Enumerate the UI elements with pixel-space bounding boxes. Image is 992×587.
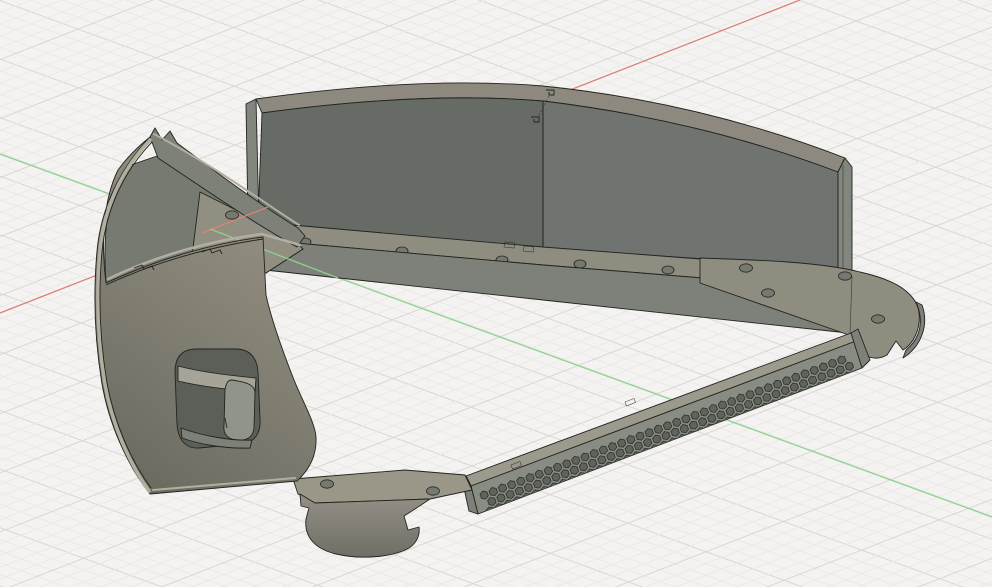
honeycomb-cell xyxy=(662,421,673,431)
honeycomb-cell xyxy=(587,458,598,468)
honeycomb-cell xyxy=(532,479,543,489)
honeycomb-cell xyxy=(497,483,508,493)
honeycomb-cell xyxy=(697,417,708,427)
left-plate-hole xyxy=(225,210,239,220)
honeycomb-cell xyxy=(516,476,526,486)
honeycomb-cell xyxy=(791,372,801,382)
window-through-hole xyxy=(223,379,256,441)
honeycomb-cell xyxy=(681,414,691,424)
honeycomb-cell xyxy=(633,441,644,451)
honeycomb-cell xyxy=(560,469,570,479)
honeycomb-cell xyxy=(487,496,497,506)
honeycomb-cell xyxy=(798,379,809,389)
honeycomb-cell xyxy=(569,465,580,475)
honeycomb-cell xyxy=(725,406,735,416)
honeycomb-cell xyxy=(615,448,625,458)
honeycomb-cell xyxy=(580,452,590,462)
honeycomb-cell xyxy=(771,389,781,399)
honeycomb-cell xyxy=(589,449,599,458)
honeycomb-cell xyxy=(679,424,690,434)
honeycomb-cell xyxy=(716,410,726,420)
honeycomb-cell xyxy=(542,476,552,486)
honeycomb-cell xyxy=(562,459,572,469)
honeycomb-cell xyxy=(763,383,774,393)
honeycomb-cell xyxy=(534,469,544,479)
honeycomb-cell xyxy=(827,358,838,368)
honeycomb-cell xyxy=(507,480,517,490)
honeycomb-cell xyxy=(624,444,635,454)
honeycomb-cell xyxy=(514,486,525,496)
honeycomb-cell xyxy=(727,397,737,407)
plate-hole xyxy=(838,271,852,281)
honeycomb-cell xyxy=(789,382,800,392)
honeycomb-cell xyxy=(818,362,829,372)
honeycomb-cell xyxy=(488,487,499,497)
honeycomb-cell xyxy=(754,386,764,396)
ledge-hole xyxy=(661,265,675,275)
honeycomb-cell xyxy=(543,466,554,476)
honeycomb-cell xyxy=(642,438,653,447)
honeycomb-cell xyxy=(800,369,810,379)
foot-hole xyxy=(320,479,334,489)
honeycomb-cell xyxy=(817,372,827,382)
honeycomb-cell xyxy=(844,361,855,371)
viewport-canvas[interactable] xyxy=(0,0,992,587)
ledge-hole xyxy=(573,259,587,269)
honeycomb-cell xyxy=(736,393,746,403)
plate-hole xyxy=(871,314,885,324)
honeycomb-cell xyxy=(745,390,755,400)
honeycomb-cell xyxy=(523,483,534,493)
honeycomb-cell xyxy=(525,473,535,483)
honeycomb-cell xyxy=(496,493,506,503)
honeycomb-cell xyxy=(661,431,671,441)
honeycomb-cell xyxy=(688,420,699,430)
honeycomb-cell xyxy=(752,396,763,406)
honeycomb-cell xyxy=(578,462,589,472)
honeycomb-cell xyxy=(597,455,607,465)
honeycomb-cell xyxy=(782,376,792,386)
honeycomb-cell xyxy=(717,400,728,410)
honeycomb-cell xyxy=(708,404,719,413)
honeycomb-cell xyxy=(762,393,772,402)
foot-hole xyxy=(426,486,440,496)
honeycomb-cell xyxy=(552,462,563,472)
honeycomb-cell xyxy=(551,472,561,482)
plate-hole xyxy=(739,263,753,273)
honeycomb-cell xyxy=(606,451,616,461)
honeycomb-cell xyxy=(652,434,662,444)
honeycomb-cell xyxy=(837,355,847,365)
honeycomb-cell xyxy=(505,490,515,499)
honeycomb-cell xyxy=(809,365,819,375)
honeycomb-cell xyxy=(690,410,700,420)
wall-endcap-right[interactable] xyxy=(837,157,853,277)
honeycomb-cell xyxy=(479,490,489,500)
honeycomb-cell xyxy=(743,399,754,409)
honeycomb-cell xyxy=(607,442,618,452)
honeycomb-cell xyxy=(670,427,680,437)
cad-viewport[interactable] xyxy=(0,0,992,587)
honeycomb-cell xyxy=(772,379,783,389)
plate-hole xyxy=(761,288,775,298)
honeycomb-cell xyxy=(734,403,745,413)
honeycomb-cell xyxy=(635,431,645,441)
honeycomb-cell xyxy=(707,413,717,423)
